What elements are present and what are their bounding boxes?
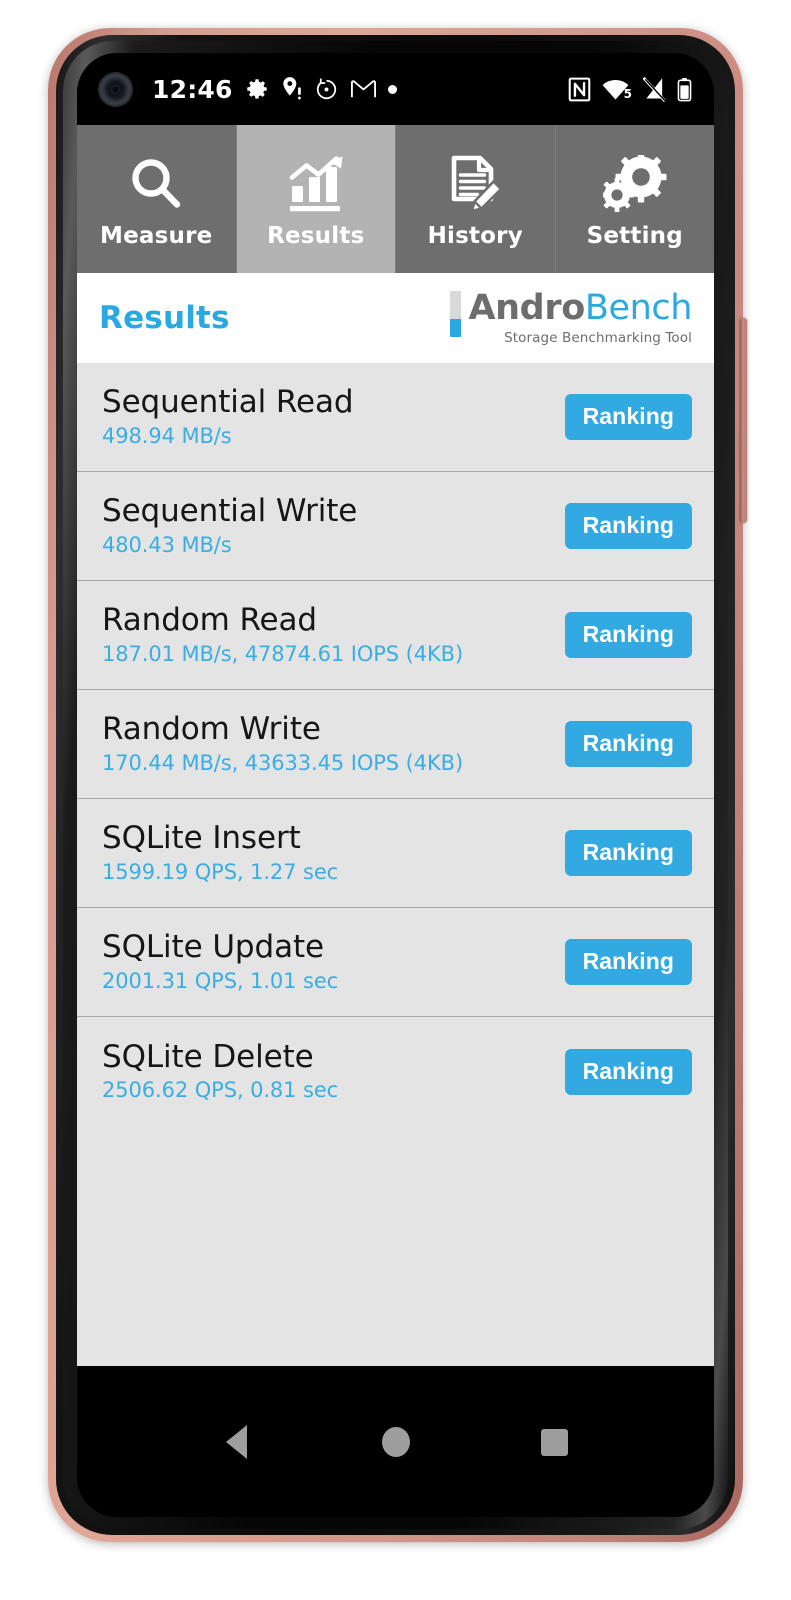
magnifier-icon	[125, 149, 187, 221]
table-row[interactable]: Sequential Write 480.43 MB/s Ranking	[77, 472, 714, 581]
logo-tagline: Storage Benchmarking Tool	[504, 329, 692, 346]
ranking-button[interactable]: Ranking	[564, 721, 692, 767]
result-value: 2001.31 QPS, 1.01 sec	[102, 968, 339, 993]
status-bar-left-group: 12:46	[152, 76, 397, 102]
logo-word-bench: Bench	[584, 287, 693, 328]
logo-accent-bar	[450, 290, 462, 337]
tab-results[interactable]: Results	[236, 125, 396, 273]
dot-icon	[387, 84, 397, 94]
wifi-generation-label: 5	[623, 87, 632, 101]
android-navigation-bar	[77, 1366, 714, 1517]
status-bar: 12:46 5	[77, 53, 714, 125]
location-pin-alert-icon	[282, 77, 301, 100]
wifi-5-icon: 5	[602, 77, 632, 101]
result-value: 187.01 MB/s, 47874.61 IOPS (4KB)	[102, 641, 464, 666]
result-value: 170.44 MB/s, 43633.45 IOPS (4KB)	[102, 750, 464, 775]
table-row[interactable]: SQLite Update 2001.31 QPS, 1.01 sec Rank…	[77, 908, 714, 1017]
nav-back-button[interactable]	[201, 1418, 273, 1466]
result-title: SQLite Insert	[102, 820, 301, 857]
phone-bezel-outer: 12:46 5 Measure Results History Setting …	[56, 35, 735, 1535]
phone-screen: 12:46 5 Measure Results History Setting …	[77, 53, 714, 1517]
tab-setting[interactable]: Setting	[555, 125, 714, 273]
table-row[interactable]: Random Write 170.44 MB/s, 43633.45 IOPS …	[77, 690, 714, 799]
gear-icon	[246, 79, 267, 99]
table-row[interactable]: Sequential Read 498.94 MB/s Ranking	[77, 363, 714, 472]
bar-chart-arrow-icon	[284, 149, 348, 221]
result-value: 2506.62 QPS, 0.81 sec	[102, 1078, 339, 1103]
ranking-button[interactable]: Ranking	[564, 612, 692, 658]
result-value: 480.43 MB/s	[102, 532, 232, 557]
ranking-button[interactable]: Ranking	[564, 830, 692, 876]
result-value: 1599.19 QPS, 1.27 sec	[102, 859, 339, 884]
gears-icon	[602, 149, 667, 221]
result-title: SQLite Delete	[102, 1038, 314, 1075]
table-row[interactable]: SQLite Insert 1599.19 QPS, 1.27 sec Rank…	[77, 799, 714, 908]
back-triangle-icon	[226, 1425, 247, 1459]
table-row[interactable]: Random Read 187.01 MB/s, 47874.61 IOPS (…	[77, 581, 714, 690]
tab-measure-label: Measure	[100, 223, 213, 249]
tab-history-label: History	[427, 223, 523, 249]
phone-frame: 12:46 5 Measure Results History Setting …	[48, 28, 747, 1542]
status-bar-right-group: 5	[568, 76, 692, 102]
front-camera-icon	[99, 72, 132, 106]
androbench-logo: AndroBench Storage Benchmarking Tool	[450, 287, 693, 346]
result-title: Random Write	[102, 711, 321, 748]
result-value: 498.94 MB/s	[102, 423, 232, 448]
power-button[interactable]	[740, 318, 747, 523]
home-circle-icon	[381, 1427, 410, 1457]
phone-bezel-inner: 12:46 5 Measure Results History Setting …	[63, 41, 728, 1529]
tab-history[interactable]: History	[396, 125, 556, 273]
main-tab-bar: Measure Results History Setting	[77, 125, 714, 273]
recents-square-icon	[541, 1428, 568, 1456]
battery-icon	[677, 77, 692, 101]
logo-word-andro: Andro	[468, 287, 585, 328]
signal-off-icon	[643, 76, 666, 102]
status-clock: 12:46	[152, 74, 233, 104]
nav-home-button[interactable]	[360, 1418, 432, 1466]
ranking-button[interactable]: Ranking	[564, 939, 692, 985]
document-pencil-icon	[445, 149, 505, 221]
result-title: Sequential Write	[102, 493, 358, 530]
ranking-button[interactable]: Ranking	[564, 1048, 692, 1095]
tab-measure[interactable]: Measure	[77, 125, 237, 273]
ranking-button[interactable]: Ranking	[564, 394, 692, 440]
table-row[interactable]: SQLite Delete 2506.62 QPS, 0.81 sec Rank…	[77, 1017, 714, 1126]
page-header: Results AndroBench Storage Benchmarking …	[77, 273, 714, 363]
tab-results-label: Results	[267, 223, 365, 249]
nav-recents-button[interactable]	[519, 1418, 591, 1466]
result-title: Sequential Read	[102, 384, 354, 421]
timer-icon	[316, 77, 336, 99]
gmail-icon	[350, 80, 376, 98]
result-title: Random Read	[102, 602, 317, 639]
ranking-button[interactable]: Ranking	[564, 503, 692, 549]
results-list: Sequential Read 498.94 MB/s Ranking Sequ…	[77, 363, 714, 1366]
tab-setting-label: Setting	[586, 223, 683, 249]
nfc-icon	[568, 77, 591, 101]
page-title: Results	[99, 300, 230, 336]
result-title: SQLite Update	[102, 929, 325, 966]
